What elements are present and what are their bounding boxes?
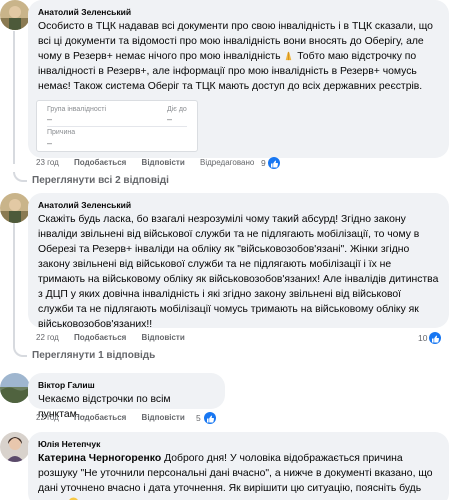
disability-info-card: Група інвалідності – Діє до – Причина – bbox=[36, 100, 198, 152]
reason-label: Причина bbox=[47, 129, 76, 136]
comment-text: Скажіть будь ласка, бо взагалі незрозумі… bbox=[38, 214, 439, 330]
comment-author[interactable]: Юлія Нетепчук bbox=[38, 438, 439, 450]
until-label: Діє до bbox=[167, 106, 187, 113]
card-divider bbox=[47, 126, 187, 127]
comment-author[interactable]: Анатолий Зеленський bbox=[38, 199, 439, 211]
timestamp[interactable]: 22 год bbox=[36, 413, 59, 422]
reaction-count[interactable]: 9 bbox=[261, 156, 266, 170]
comment-actions: 23 год Подобається Відповісти Відредагов… bbox=[36, 156, 267, 170]
thumbs-up-icon[interactable] bbox=[429, 332, 441, 344]
avatar[interactable] bbox=[0, 193, 30, 223]
reply-button[interactable]: Відповісти bbox=[142, 333, 185, 342]
comment-author[interactable]: Віктор Галиш bbox=[38, 379, 215, 391]
mention-link[interactable]: Катерина Черногоренко bbox=[38, 453, 161, 464]
thread-curve bbox=[13, 347, 27, 357]
avatar[interactable] bbox=[0, 373, 30, 403]
thumbs-up-icon[interactable] bbox=[268, 157, 280, 169]
thread-line bbox=[13, 220, 15, 347]
view-replies-link[interactable]: Переглянути всі 2 відповіді bbox=[32, 174, 169, 188]
view-replies-link[interactable]: Переглянути 1 відповідь bbox=[32, 349, 155, 363]
like-button[interactable]: Подобається bbox=[74, 158, 126, 167]
comment-text: Особисто в ТЦК надавав всі документи про… bbox=[38, 19, 439, 94]
reason-value: – bbox=[47, 138, 53, 148]
folded-hands-emoji bbox=[286, 51, 292, 61]
like-button[interactable]: Подобається bbox=[74, 333, 126, 342]
edited-label: Відредаговано bbox=[200, 158, 255, 167]
thread-line bbox=[13, 31, 15, 164]
reply-button[interactable]: Відповісти bbox=[142, 158, 185, 167]
until-value: – bbox=[167, 114, 173, 124]
timestamp[interactable]: 23 год bbox=[36, 158, 59, 167]
comment-author[interactable]: Анатолий Зеленський bbox=[38, 6, 439, 18]
timestamp[interactable]: 22 год bbox=[36, 333, 59, 342]
reaction-count[interactable]: 10 bbox=[418, 331, 427, 345]
comment-actions: 22 год Подобається Відповісти bbox=[36, 411, 198, 425]
reply-button[interactable]: Відповісти bbox=[142, 413, 185, 422]
comment-bubble: Анатолий Зеленський Скажіть будь ласка, … bbox=[28, 193, 449, 330]
thread-curve bbox=[13, 172, 27, 182]
avatar[interactable] bbox=[0, 432, 30, 462]
reaction-count[interactable]: 5 bbox=[196, 411, 201, 425]
comment-actions: 22 год Подобається Відповісти bbox=[36, 331, 198, 345]
thumbs-up-icon[interactable] bbox=[204, 412, 216, 424]
avatar[interactable] bbox=[0, 0, 30, 30]
group-label: Група інвалідності bbox=[47, 106, 107, 113]
comment-text: Катерина Черногоренко Доброго дня! У чол… bbox=[38, 451, 439, 500]
comment-bubble: Віктор Галиш Чекаємо відстрочки по всім … bbox=[28, 373, 225, 420]
like-button[interactable]: Подобається bbox=[74, 413, 126, 422]
comment-bubble: Юлія Нетепчук Катерина Черногоренко Добр… bbox=[28, 432, 449, 500]
group-value: – bbox=[47, 114, 53, 124]
